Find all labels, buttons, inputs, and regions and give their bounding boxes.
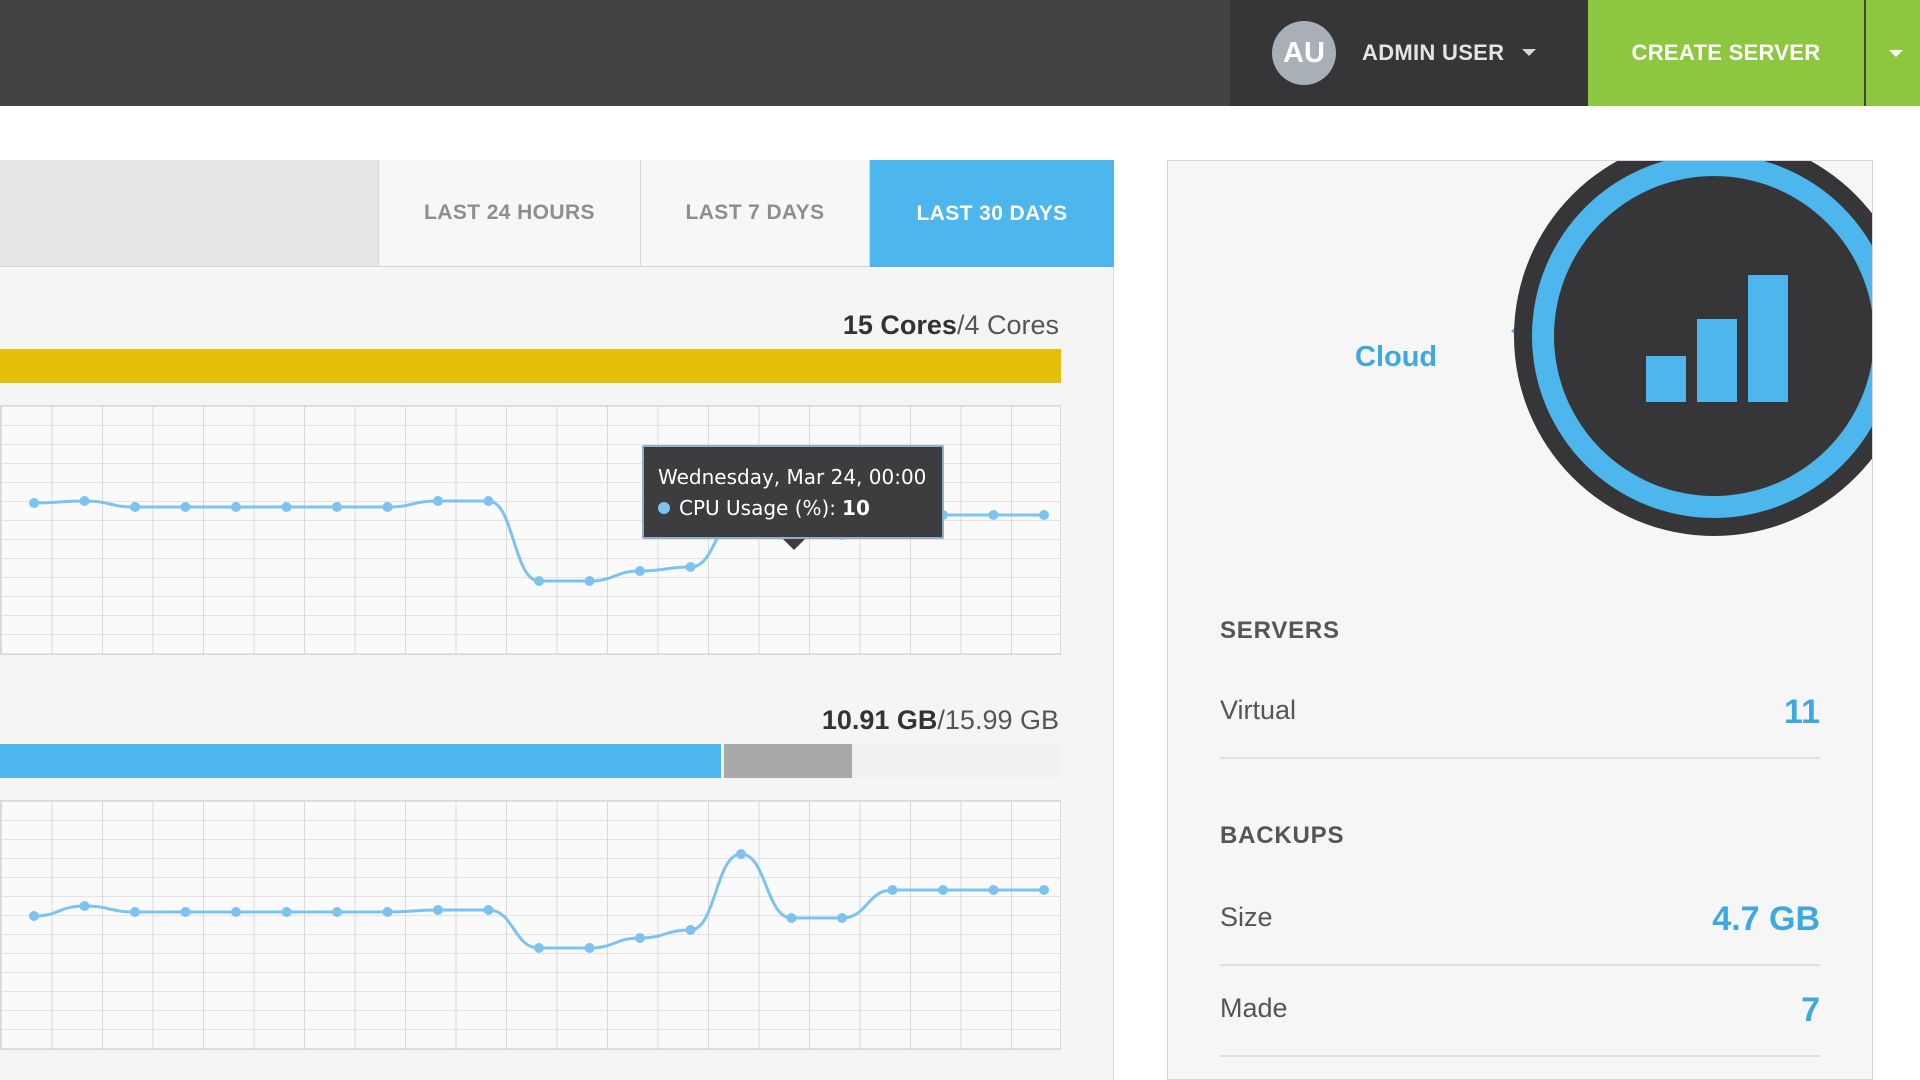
tooltip-date: Wednesday, Mar 24, 00:00 (658, 465, 927, 489)
data-point[interactable] (584, 576, 595, 586)
top-navigation-bar: AU ADMIN USER CREATE SERVER (0, 0, 1920, 106)
tab-last-24-hours[interactable]: LAST 24 HOURS (378, 160, 640, 267)
data-point[interactable] (534, 576, 544, 586)
cloud-label: Cloud (1355, 341, 1438, 373)
data-point[interactable] (29, 498, 39, 508)
data-point[interactable] (786, 913, 797, 923)
data-point[interactable] (281, 502, 292, 512)
data-point[interactable] (988, 510, 999, 520)
data-point[interactable] (130, 502, 140, 512)
avatar[interactable]: AU (1272, 21, 1336, 85)
data-point[interactable] (382, 907, 393, 917)
user-name-label[interactable]: ADMIN USER (1362, 40, 1504, 66)
memory-usage-bar (0, 744, 1061, 778)
series-dot-icon (658, 502, 670, 514)
data-point[interactable] (180, 502, 191, 512)
series-line (33, 852, 1044, 950)
backups-size-row[interactable]: Size 4.7 GB (1220, 878, 1820, 966)
data-point[interactable] (433, 496, 443, 506)
data-point[interactable] (281, 907, 292, 917)
data-point[interactable] (635, 933, 645, 943)
virtual-value[interactable]: 11 (1784, 693, 1820, 732)
tooltip-arrow (783, 539, 805, 550)
data-point[interactable] (79, 901, 90, 911)
data-point[interactable] (736, 849, 746, 859)
data-point[interactable] (332, 907, 342, 917)
data-point[interactable] (685, 925, 696, 935)
resources-summary-panel: Cloud SERVERS Virtual 11 BACKUPS Size 4.… (1167, 160, 1873, 1080)
data-point[interactable] (79, 496, 90, 506)
backups-made-row[interactable]: Made 7 (1220, 969, 1820, 1057)
memory-cached-fill (724, 744, 852, 778)
tooltip-series-row: CPU Usage (%): 10 (658, 496, 870, 520)
size-label: Size (1220, 902, 1273, 932)
data-point[interactable] (483, 905, 494, 915)
create-server-button[interactable]: CREATE SERVER (1588, 0, 1864, 106)
tooltip-series-label: CPU Usage (%): (679, 496, 837, 520)
virtual-servers-row[interactable]: Virtual 11 (1220, 671, 1820, 759)
made-value[interactable]: 7 (1801, 991, 1820, 1030)
data-point[interactable] (29, 911, 39, 921)
data-point[interactable] (635, 566, 645, 576)
tooltip-value: 10 (842, 496, 870, 520)
size-value[interactable]: 4.7 GB (1712, 900, 1820, 939)
chevron-down-icon[interactable] (1522, 49, 1536, 56)
backups-section-title: BACKUPS (1220, 822, 1345, 849)
tab-last-30-days[interactable]: LAST 30 DAYS (869, 160, 1114, 267)
data-point[interactable] (1039, 885, 1049, 895)
data-point[interactable] (584, 943, 595, 953)
data-point[interactable] (685, 562, 696, 572)
data-point[interactable] (534, 943, 544, 953)
data-point[interactable] (483, 496, 494, 506)
data-point[interactable] (332, 502, 342, 512)
memory-used: 10.91 GB (821, 705, 938, 735)
cloud-signal-badge (1511, 161, 1872, 536)
data-point[interactable] (130, 907, 140, 917)
data-point[interactable] (231, 907, 241, 917)
virtual-label: Virtual (1220, 695, 1297, 725)
memory-used-fill (0, 744, 722, 778)
memory-total: /15.99 GB (937, 705, 1059, 735)
cpu-usage-bar (0, 349, 1061, 383)
data-point[interactable] (231, 502, 241, 512)
data-point[interactable] (433, 905, 443, 915)
data-point[interactable] (180, 907, 191, 917)
chart-tooltip: Wednesday, Mar 24, 00:00 CPU Usage (%): … (642, 445, 944, 550)
tabs-spacer (0, 160, 378, 267)
chevron-down-icon[interactable] (1889, 50, 1903, 57)
data-point[interactable] (938, 885, 948, 895)
data-point[interactable] (382, 502, 393, 512)
user-menu[interactable]: AU ADMIN USER (1230, 0, 1588, 106)
cpu-total: /4 Cores (956, 310, 1059, 340)
data-point[interactable] (988, 885, 999, 895)
data-point[interactable] (1039, 510, 1049, 520)
memory-usage-chart (29, 849, 1049, 953)
data-point[interactable] (887, 885, 898, 895)
usage-panel: LAST 24 HOURS LAST 7 DAYS LAST 30 DAYS 1… (0, 160, 1114, 1080)
made-label: Made (1220, 993, 1288, 1023)
cpu-usage-label: 15 Cores/4 Cores (843, 310, 1059, 341)
cpu-usage-fill (0, 349, 1061, 383)
tab-last-7-days[interactable]: LAST 7 DAYS (640, 160, 869, 267)
servers-section-title: SERVERS (1220, 617, 1340, 644)
data-point[interactable] (837, 913, 847, 923)
memory-usage-label: 10.91 GB/15.99 GB (822, 705, 1059, 736)
cpu-used: 15 Cores (842, 310, 957, 340)
